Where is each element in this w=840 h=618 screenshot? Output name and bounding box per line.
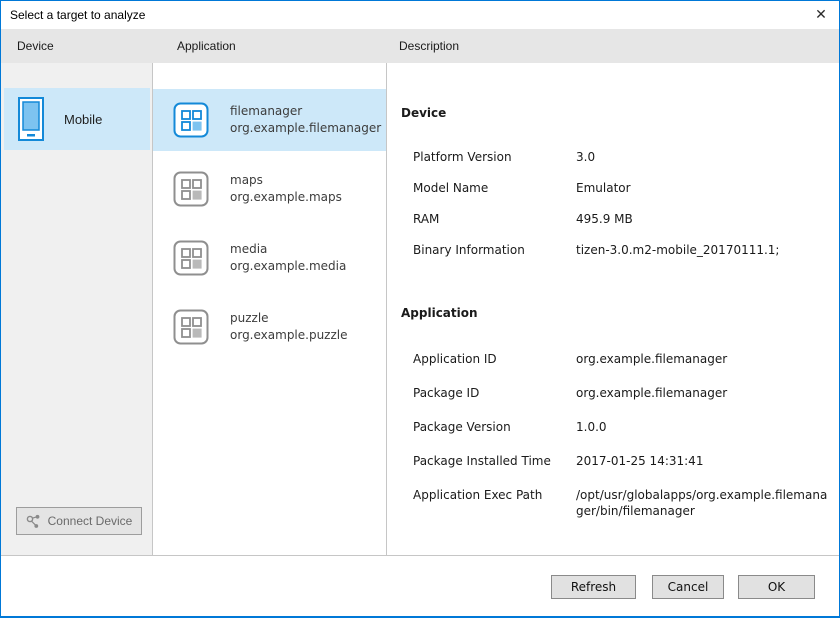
desc-value: tizen-3.0.m2-mobile_20170111.1; — [576, 242, 828, 258]
column-header-application: Application — [177, 39, 236, 53]
connect-device-label: Connect Device — [48, 514, 133, 528]
desc-label: Application Exec Path — [413, 487, 576, 519]
main-panes: Mobile Connect Device — [1, 63, 839, 556]
desc-row-package-id: Package ID org.example.filemanager — [401, 385, 839, 401]
cancel-button[interactable]: Cancel — [652, 575, 724, 599]
desc-value: org.example.filemanager — [576, 385, 828, 401]
desc-value: 2017-01-25 14:31:41 — [576, 453, 828, 469]
dialog-title: Select a target to analyze — [1, 8, 145, 22]
app-package: org.example.filemanager — [230, 120, 381, 137]
desc-value: org.example.filemanager — [576, 351, 828, 367]
device-section-title: Device — [401, 105, 839, 121]
desc-row-application-exec-path: Application Exec Path /opt/usr/globalapp… — [401, 487, 839, 519]
column-header-device: Device — [17, 39, 54, 53]
app-grid-icon — [173, 102, 209, 138]
desc-label: Package Version — [413, 419, 576, 435]
app-grid-icon — [173, 309, 209, 345]
desc-value: 495.9 MB — [576, 211, 828, 227]
ok-button[interactable]: OK — [738, 575, 815, 599]
app-item-text: maps org.example.maps — [230, 172, 342, 206]
app-item-text: puzzle org.example.puzzle — [230, 310, 348, 344]
app-item-puzzle[interactable]: puzzle org.example.puzzle — [153, 296, 386, 358]
share-nodes-icon — [26, 514, 41, 529]
app-grid-icon — [173, 171, 209, 207]
desc-row-platform-version: Platform Version 3.0 — [401, 149, 839, 165]
footer-bar: Refresh Cancel OK — [1, 556, 839, 616]
close-icon[interactable]: ✕ — [803, 1, 839, 29]
desc-row-package-version: Package Version 1.0.0 — [401, 419, 839, 435]
app-item-media[interactable]: media org.example.media — [153, 227, 386, 289]
application-section-title: Application — [401, 305, 839, 321]
desc-row-application-id: Application ID org.example.filemanager — [401, 351, 839, 367]
app-name: media — [230, 241, 346, 258]
app-item-text: filemanager org.example.filemanager — [230, 103, 381, 137]
desc-row-model-name: Model Name Emulator — [401, 180, 839, 196]
desc-value: Emulator — [576, 180, 828, 196]
title-bar: Select a target to analyze ✕ — [1, 1, 839, 29]
app-package: org.example.media — [230, 258, 346, 275]
desc-label: Binary Information — [413, 242, 576, 258]
device-item-mobile[interactable]: Mobile — [4, 88, 150, 150]
desc-value: 1.0.0 — [576, 419, 828, 435]
app-item-text: media org.example.media — [230, 241, 346, 275]
desc-label: Application ID — [413, 351, 576, 367]
column-header-row: Device Application Description — [1, 29, 839, 63]
connect-device-button[interactable]: Connect Device — [16, 507, 142, 535]
desc-label: Package Installed Time — [413, 453, 576, 469]
desc-label: Platform Version — [413, 149, 576, 165]
application-list-panel: filemanager org.example.filemanager maps… — [153, 63, 387, 555]
app-name: filemanager — [230, 103, 381, 120]
app-name: puzzle — [230, 310, 348, 327]
app-item-filemanager[interactable]: filemanager org.example.filemanager — [153, 89, 386, 151]
desc-row-ram: RAM 495.9 MB — [401, 211, 839, 227]
description-panel: Device Platform Version 3.0 Model Name E… — [387, 63, 839, 555]
desc-label: Model Name — [413, 180, 576, 196]
device-item-label: Mobile — [64, 112, 102, 127]
device-list-panel: Mobile Connect Device — [1, 63, 153, 555]
desc-label: RAM — [413, 211, 576, 227]
desc-label: Package ID — [413, 385, 576, 401]
column-header-description: Description — [399, 39, 459, 53]
app-name: maps — [230, 172, 342, 189]
select-target-dialog: Select a target to analyze ✕ Device Appl… — [0, 0, 840, 618]
desc-row-binary-information: Binary Information tizen-3.0.m2-mobile_2… — [401, 242, 839, 258]
desc-value: 3.0 — [576, 149, 828, 165]
refresh-button[interactable]: Refresh — [551, 575, 636, 599]
desc-value: /opt/usr/globalapps/org.example.filemana… — [576, 487, 828, 519]
desc-row-package-installed-time: Package Installed Time 2017-01-25 14:31:… — [401, 453, 839, 469]
app-grid-icon — [173, 240, 209, 276]
app-package: org.example.maps — [230, 189, 342, 206]
app-item-maps[interactable]: maps org.example.maps — [153, 158, 386, 220]
app-package: org.example.puzzle — [230, 327, 348, 344]
smartphone-icon — [18, 97, 44, 141]
